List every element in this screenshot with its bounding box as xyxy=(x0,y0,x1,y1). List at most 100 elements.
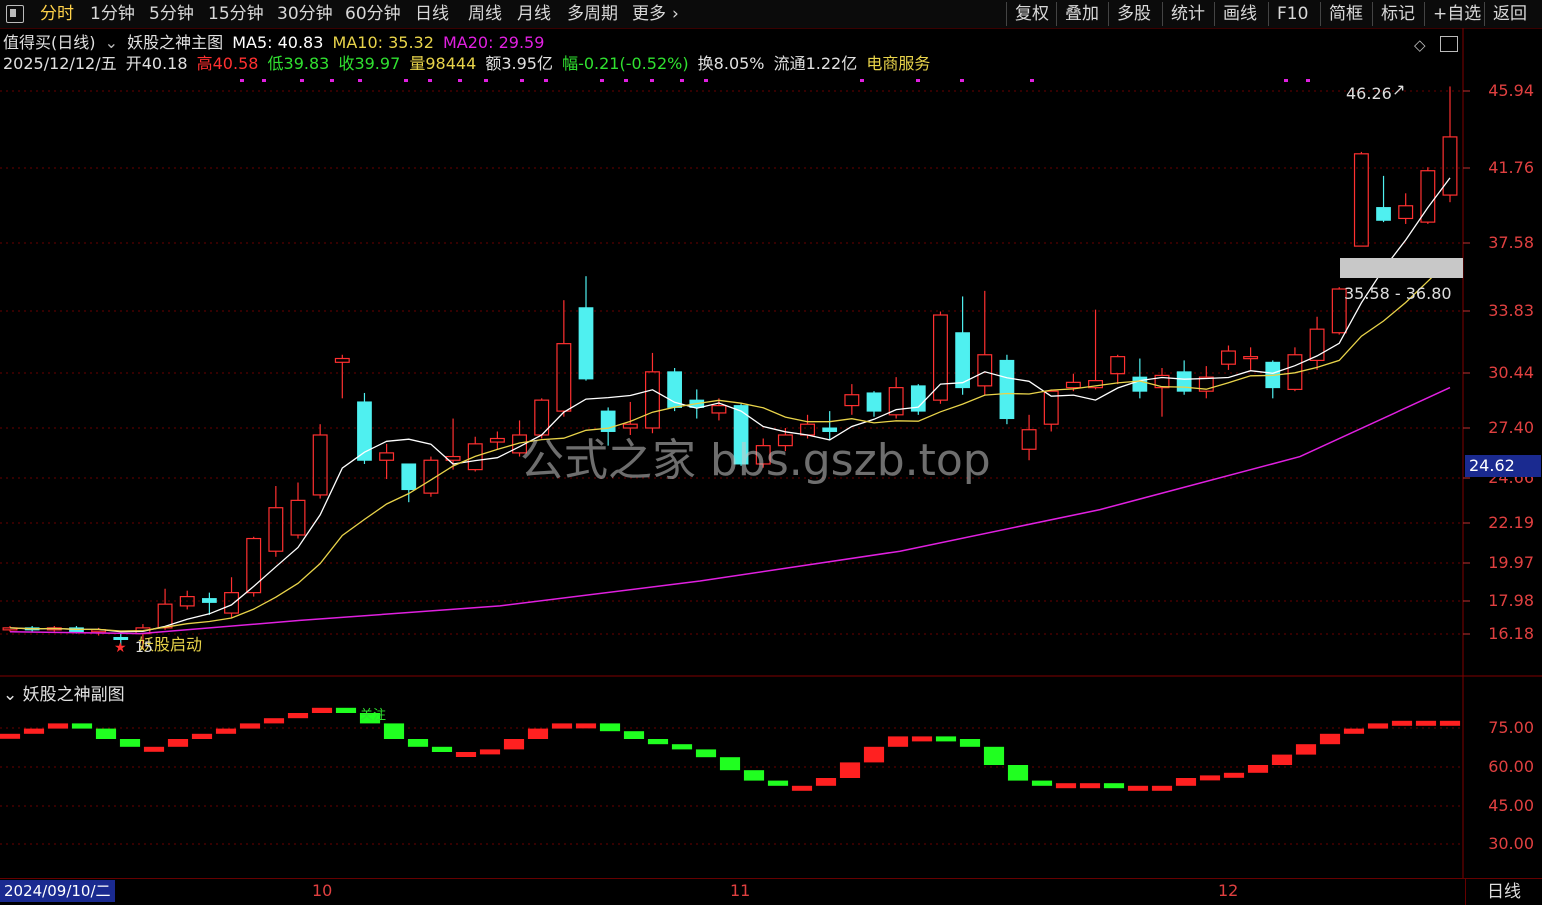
price-tick: 22.19 xyxy=(1488,513,1534,532)
candle-body xyxy=(644,371,660,429)
indicator-bar xyxy=(1439,720,1461,726)
indicator-bar xyxy=(455,752,477,757)
indicator-bar xyxy=(335,707,357,713)
indicator-bar xyxy=(143,746,165,752)
indicator-bar xyxy=(1247,765,1269,773)
indicator-bar xyxy=(215,728,237,734)
candle-body xyxy=(1065,381,1081,389)
indicator-bar xyxy=(191,733,213,739)
indicator-tick: 75.00 xyxy=(1488,718,1534,737)
indicator-tick: 30.00 xyxy=(1488,834,1534,853)
sub-indicator-name[interactable]: 妖股之神副图 xyxy=(23,685,125,705)
range-label: 35.58 - 36.80 xyxy=(1344,284,1452,303)
indicator-bar xyxy=(311,707,333,713)
indicator-bar xyxy=(1007,765,1029,781)
candle-body xyxy=(556,343,572,412)
chevron-down-icon[interactable]: ⌄ xyxy=(3,685,17,705)
candle-body xyxy=(334,357,350,363)
candle-body xyxy=(202,598,217,603)
indicator-bar xyxy=(815,778,837,786)
signal-dot xyxy=(1284,79,1288,82)
candle-body xyxy=(268,507,284,552)
indicator-bar xyxy=(863,746,885,763)
candle-body xyxy=(1220,350,1236,365)
candle-body xyxy=(1132,376,1148,392)
signal-dot xyxy=(600,79,604,82)
month-nov: 11 xyxy=(730,881,751,900)
indicator-bar xyxy=(167,739,189,747)
indicator-bar xyxy=(743,770,765,781)
signal-dot xyxy=(650,79,654,82)
indicator-bar xyxy=(647,739,669,745)
indicator-bar xyxy=(119,739,141,747)
candle-body xyxy=(489,437,505,443)
candle-body xyxy=(977,354,993,387)
indicator-bar xyxy=(551,723,573,729)
indicator-bar xyxy=(983,746,1005,765)
indicator-bar xyxy=(239,723,261,729)
price-tick: 19.97 xyxy=(1488,553,1534,572)
indicator-bar xyxy=(1343,728,1365,734)
signal-dot xyxy=(1030,79,1034,82)
indicator-bar xyxy=(287,713,309,719)
indicator-bar xyxy=(1367,723,1389,729)
signal-dot xyxy=(330,79,334,82)
indicator-bar xyxy=(527,728,549,739)
indicator-bar xyxy=(1031,780,1053,786)
indicator-bar xyxy=(47,723,69,729)
indicator-bar xyxy=(887,736,909,747)
candle-body xyxy=(844,394,860,407)
signal-dot xyxy=(262,79,266,82)
signal-dot xyxy=(358,79,362,82)
candle-body xyxy=(999,359,1015,420)
cursor-date: 2024/09/10/二 xyxy=(0,880,115,902)
price-tick: 27.40 xyxy=(1488,418,1534,437)
price-range-band xyxy=(1340,258,1463,278)
indicator-bar xyxy=(599,723,621,732)
price-tick: 37.58 xyxy=(1488,233,1534,252)
indicator-bar xyxy=(1055,783,1077,789)
indicator-bar xyxy=(1391,720,1413,726)
indicator-bar xyxy=(1223,772,1245,778)
signal-dot xyxy=(240,79,244,82)
signal-dot xyxy=(680,79,684,82)
candle-body xyxy=(578,307,594,380)
candle-body xyxy=(1442,136,1458,196)
price-tick: 30.44 xyxy=(1488,363,1534,382)
signal-dot xyxy=(404,79,408,82)
indicator-bar xyxy=(1295,744,1317,755)
candle-body xyxy=(246,537,262,594)
candle-body xyxy=(290,499,306,536)
indicator-bar xyxy=(959,739,981,747)
indicator-bar xyxy=(1415,720,1437,726)
star-icon: ★ xyxy=(114,640,127,656)
period-button[interactable]: 日线 xyxy=(1465,879,1542,905)
indicator-bar xyxy=(1127,785,1149,791)
candle-body xyxy=(866,392,882,412)
candle-body xyxy=(1398,205,1414,220)
signal-dot xyxy=(960,79,964,82)
candle-body xyxy=(888,387,904,416)
indicator-bar xyxy=(71,723,93,729)
current-price-tag: 24.62 xyxy=(1465,455,1541,477)
candle-body xyxy=(955,332,970,389)
indicator-bar xyxy=(1079,783,1101,789)
indicator-bar xyxy=(1103,783,1125,789)
indicator-bar xyxy=(1199,775,1221,781)
price-tick: 16.18 xyxy=(1488,624,1534,643)
indicator-bar xyxy=(911,736,933,742)
high-marker: 46.26 xyxy=(1346,84,1392,103)
indicator-bar xyxy=(263,718,285,724)
signal-dot xyxy=(624,79,628,82)
signal-dot xyxy=(458,79,462,82)
month-oct: 10 xyxy=(312,881,333,900)
indicator-tick: 45.00 xyxy=(1488,796,1534,815)
indicator-bar xyxy=(431,746,453,752)
candle-body xyxy=(401,463,417,491)
indicator-bar xyxy=(1151,785,1173,791)
arrow-right-icon: ↗ xyxy=(1392,80,1406,99)
signal-dot xyxy=(484,79,488,82)
month-dec: 12 xyxy=(1218,881,1239,900)
candle-body xyxy=(224,592,240,614)
watermark: 公式之家 bbs.gszb.top xyxy=(520,435,991,486)
